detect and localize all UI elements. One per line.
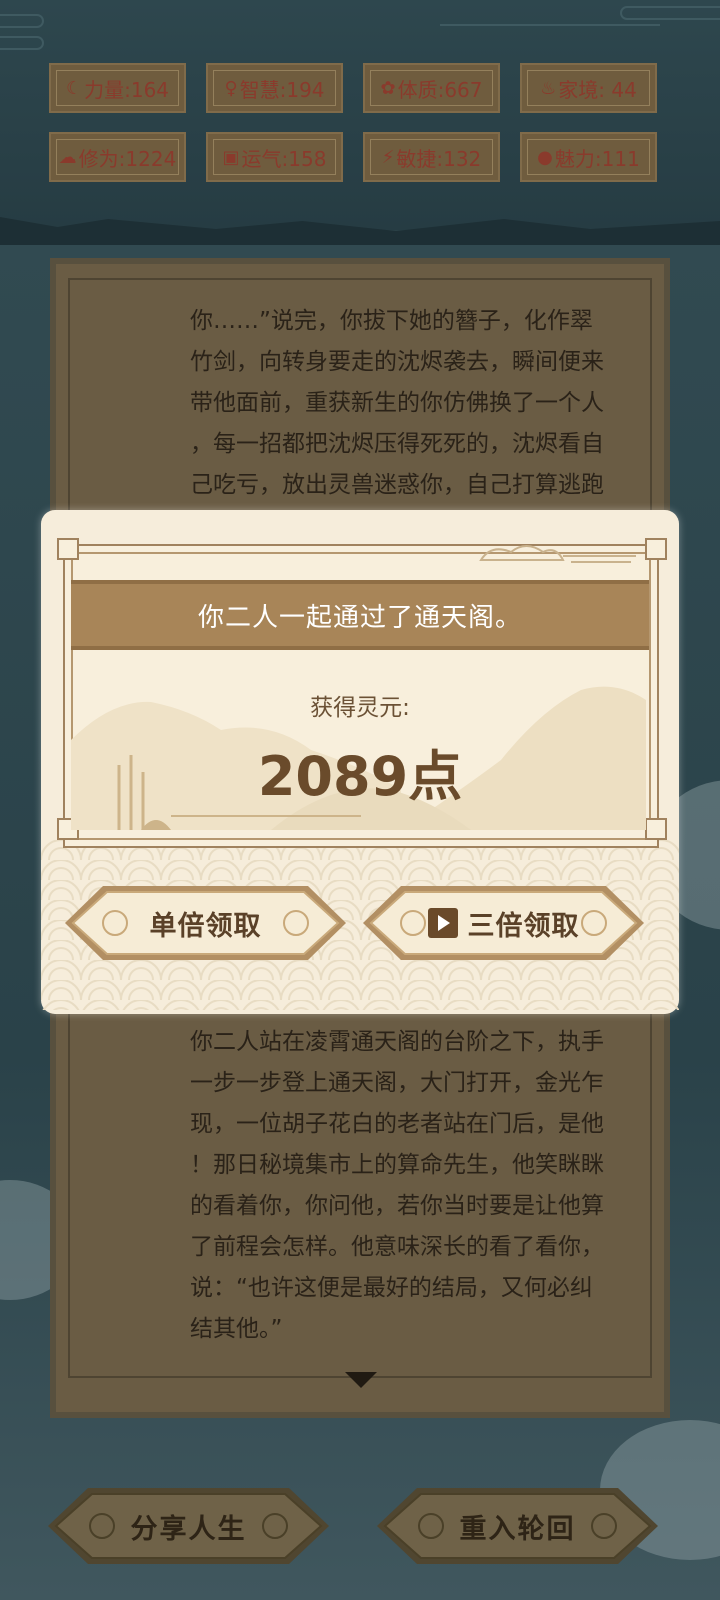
stat-label: 力量:164: [84, 77, 170, 102]
story-line: 一步一步登上通天阁，大门打开，金光乍: [190, 1070, 604, 1096]
stat-label: 家境: 44: [558, 77, 637, 102]
reward-label: 获得灵元:: [310, 695, 410, 721]
cloud-icon: [479, 545, 636, 563]
story-line: 你二人站在凌霄通天阁的台阶之下，执手: [190, 1029, 604, 1055]
luck-icon: ▣: [222, 146, 240, 168]
button-label: 单倍领取: [149, 910, 262, 942]
video-play-icon: [427, 908, 458, 938]
reward-dialog: 你二人一起通过了通天阁。 获得灵元: 2089点 单倍领取 三倍领取: [41, 510, 679, 1014]
share-life-button[interactable]: 分享人生: [46, 1486, 331, 1566]
triple-claim-button[interactable]: 三倍领取: [361, 884, 646, 962]
story-line: 竹剑，向转身要走的沈烬袭去，瞬间便来: [190, 349, 604, 375]
constitution-icon: ✿: [380, 77, 396, 99]
stat-wisdom: ♀ 智慧:194: [206, 63, 343, 113]
cultivation-icon: ☁: [58, 146, 77, 168]
strength-icon: ☾: [65, 77, 83, 99]
stat-label: 体质:667: [397, 77, 483, 102]
dialog-title: 你二人一起通过了通天阁。: [71, 580, 649, 650]
agility-icon: ⚡: [381, 146, 395, 168]
stat-strength: ☾ 力量:164: [49, 63, 186, 113]
story-line: 你……”说完，你拔下她的簪子，化作翠: [190, 308, 593, 334]
stat-family: ♨ 家境: 44: [520, 63, 657, 113]
stat-label: 运气:158: [241, 146, 327, 171]
charm-icon: ●: [537, 146, 553, 168]
story-line: 结其他。”: [190, 1316, 283, 1342]
single-claim-button[interactable]: 单倍领取: [63, 884, 348, 962]
story-line: ，每一招都把沈烬压得死死的，沈烬看自: [190, 431, 604, 457]
button-label: 重入轮回: [459, 1513, 576, 1545]
stat-luck: ▣ 运气:158: [206, 132, 343, 182]
stat-cultivation: ☁ 修为:1224: [49, 132, 186, 182]
stat-label: 修为:1224: [78, 146, 177, 171]
stat-label: 智慧:194: [239, 77, 325, 102]
stat-label: 敏捷:132: [396, 146, 482, 171]
stat-agility: ⚡ 敏捷:132: [363, 132, 500, 182]
story-text-bottom: 你二人站在凌霄通天阁的台阶之下，执手 一步一步登上通天阁，大门打开，金光乍 现，…: [190, 1022, 645, 1350]
cloud-decoration: [440, 14, 660, 26]
story-line: 说：“也许这便是最好的结局，又何必纠: [190, 1275, 593, 1301]
stat-constitution: ✿ 体质:667: [363, 63, 500, 113]
stat-charm: ● 魅力:111: [520, 132, 657, 182]
button-label: 分享人生: [130, 1513, 247, 1545]
cloud-decoration: [0, 36, 44, 50]
reward-value: 2089点: [257, 745, 463, 808]
story-line: ！那日秘境集市上的算命先生，他笑眯眯: [190, 1152, 604, 1178]
frame-corner: [645, 538, 667, 560]
scroll-down-icon[interactable]: [345, 1372, 377, 1388]
story-text-top: 你……”说完，你拔下她的簪子，化作翠 竹剑，向转身要走的沈烬袭去，瞬间便来 带他…: [190, 301, 645, 506]
story-line: 了前程会怎样。他意味深长的看了看你，: [190, 1234, 604, 1260]
family-icon: ♨: [540, 77, 557, 99]
button-label: 三倍领取: [467, 910, 580, 942]
stat-label: 魅力:111: [554, 146, 640, 171]
header-background: [0, 0, 720, 230]
reincarnate-button[interactable]: 重入轮回: [375, 1486, 660, 1566]
wisdom-icon: ♀: [224, 77, 238, 99]
story-line: 己吃亏，放出灵兽迷惑你，自己打算逃跑: [190, 472, 604, 498]
cloud-decoration: [0, 14, 44, 28]
story-line: 带他面前，重获新生的你仿佛换了一个人: [190, 390, 604, 416]
frame-corner: [57, 538, 79, 560]
story-line: 现，一位胡子花白的老者站在门后，是他: [190, 1111, 604, 1137]
story-line: 的看着你，你问他，若你当时要是让他算: [190, 1193, 604, 1219]
